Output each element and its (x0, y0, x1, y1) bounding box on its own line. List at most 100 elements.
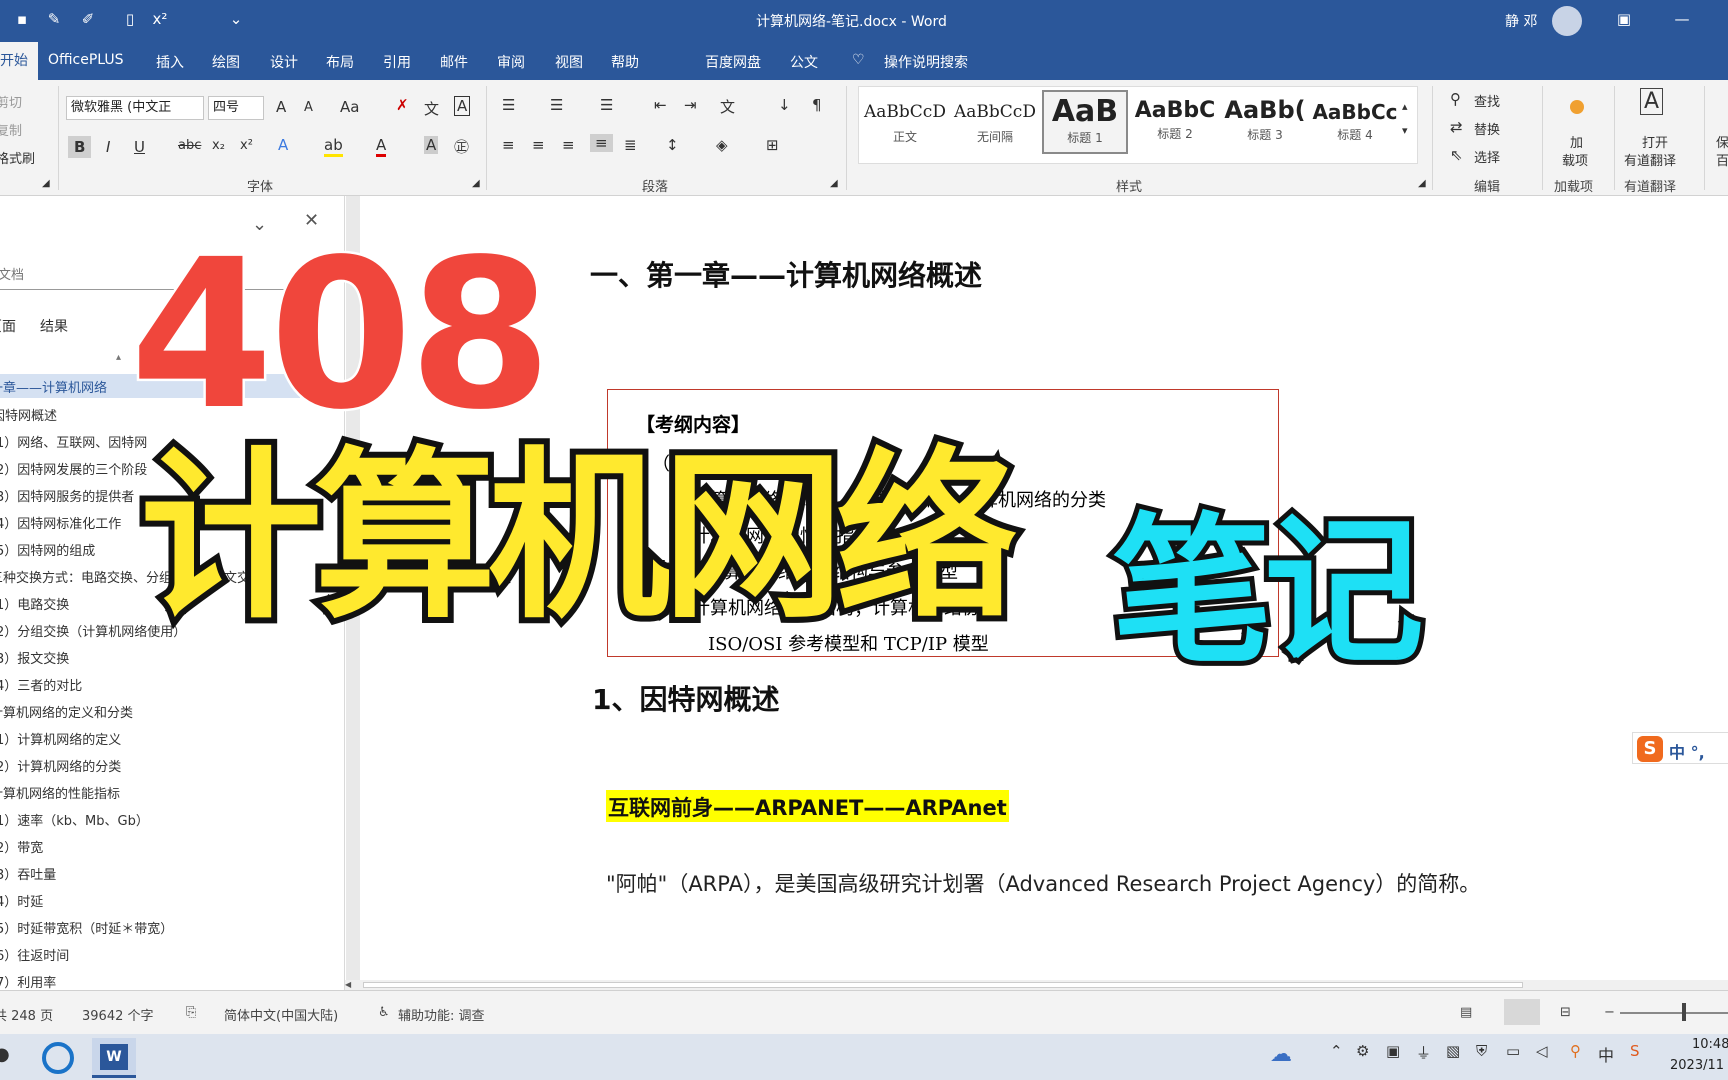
cut-button[interactable]: 剪切 (0, 92, 22, 111)
enclose-char-icon[interactable]: ㊣ (454, 136, 469, 157)
tab-references[interactable]: 引用 (383, 52, 411, 72)
nav-item[interactable]: 4）因特网标准化工作 (0, 513, 121, 532)
chinese-layout-icon[interactable]: 文 (720, 96, 735, 117)
ribbon-display-icon[interactable]: ▣ (1614, 9, 1634, 29)
show-marks-icon[interactable]: ¶ (812, 96, 822, 114)
sogou-tray-icon[interactable]: S (1630, 1042, 1640, 1060)
nav-item[interactable]: 3）因特网服务的提供者 (0, 486, 134, 505)
style-normal[interactable]: AaBbCcD 正文 (862, 90, 948, 154)
usb-icon[interactable]: ⏚ (1416, 1042, 1431, 1063)
web-layout-icon[interactable]: ⊟ (1560, 1005, 1571, 1020)
print-layout-icon[interactable] (1504, 999, 1540, 1025)
clipboard-launcher-icon[interactable]: ◢ (42, 178, 50, 189)
highlighted-text[interactable]: 互联网前身——ARPANET——ARPAnet (606, 790, 1009, 822)
subscript-button[interactable]: x₂ (212, 138, 225, 153)
nav-item[interactable]: 1）计算机网络的定义 (0, 729, 121, 748)
minimize-icon[interactable]: — (1672, 9, 1692, 29)
distributed-icon[interactable]: ≣ (624, 136, 637, 154)
decrease-indent-icon[interactable]: ⇤ (654, 96, 667, 114)
style-heading2[interactable]: AaBbC 标题 2 (1132, 90, 1218, 154)
security-icon[interactable]: ⛨ (1476, 1042, 1487, 1060)
nav-item[interactable]: 4）时延 (0, 891, 43, 910)
bullets-icon[interactable]: ☰ (502, 96, 515, 114)
horizontal-scrollbar[interactable]: ◀ (345, 980, 1728, 990)
bold-button[interactable]: B (68, 136, 92, 158)
proofing-icon[interactable]: ⎘ (186, 1005, 196, 1020)
align-center-icon[interactable]: ≡ (532, 136, 545, 154)
autosave-icon[interactable]: ▪ (12, 9, 32, 29)
zoom-thumb[interactable] (1682, 1003, 1686, 1021)
nav-item[interactable]: 1）速率（kb、Mb、Gb） (0, 810, 149, 829)
page-count[interactable]: 共 248 页 (0, 1005, 53, 1024)
cutoff-button-line2[interactable]: 百 (1716, 150, 1728, 169)
new-doc-icon[interactable]: ▯ (120, 9, 140, 29)
char-border-icon[interactable]: A (454, 96, 471, 116)
nav-item[interactable]: 3）吞吐量 (0, 864, 56, 883)
style-heading1[interactable]: AaB 标题 1 (1042, 90, 1128, 154)
tray-app-icon[interactable]: ⚙ (1356, 1042, 1369, 1060)
strikethrough-button[interactable]: abc (178, 138, 201, 153)
change-case-icon[interactable]: Aa (340, 98, 359, 116)
align-right-icon[interactable]: ≡ (562, 136, 575, 154)
paragraph-launcher-icon[interactable]: ◢ (830, 178, 838, 189)
replace-icon[interactable]: ⇄ (1450, 118, 1463, 136)
increase-indent-icon[interactable]: ⇥ (684, 96, 697, 114)
highlight-color-icon[interactable]: ab (324, 136, 343, 157)
tab-officeplus[interactable]: OfficePLUS (48, 52, 124, 68)
tab-view[interactable]: 视图 (555, 52, 583, 72)
clock-time[interactable]: 10:48 (1692, 1037, 1728, 1052)
numbering-icon[interactable]: ☰ (550, 96, 563, 114)
user-name[interactable]: 静 邓 (1505, 11, 1537, 31)
addins-button-line1[interactable]: 加 (1570, 132, 1583, 151)
tell-me-search[interactable]: 操作说明搜索 (884, 52, 968, 72)
find-button[interactable]: 查找 (1474, 91, 1500, 110)
network-icon[interactable]: ▭ (1506, 1042, 1520, 1060)
clock-date[interactable]: 2023/11 (1670, 1058, 1724, 1073)
nav-item[interactable]: 6）往返时间 (0, 945, 69, 964)
borders-icon[interactable]: ⊞ (766, 136, 779, 154)
youdao-button-line1[interactable]: 打开 (1642, 132, 1668, 151)
nav-item[interactable]: 计算机网络的定义和分类 (0, 702, 133, 721)
cutoff-button-line1[interactable]: 保 (1716, 132, 1728, 151)
select-button[interactable]: 选择 (1474, 147, 1500, 166)
format-painter-button[interactable]: 格式刷 (0, 148, 35, 167)
copy-button[interactable]: 复制 (0, 120, 22, 139)
scrollbar-thumb[interactable] (363, 982, 1523, 988)
read-mode-icon[interactable]: ▤ (1460, 1005, 1472, 1020)
nav-tab-pages[interactable]: 页面 (0, 316, 16, 336)
gallery-more-icon[interactable]: ▾ (1402, 124, 1408, 137)
pen-icon[interactable]: ✎ (44, 9, 64, 29)
nav-tab-results[interactable]: 结果 (40, 316, 68, 336)
zoom-slider[interactable] (1620, 1012, 1728, 1014)
superscript-icon[interactable]: x² (150, 9, 170, 29)
phonetic-icon[interactable]: 文 (424, 98, 439, 119)
shrink-font-icon[interactable]: A (304, 100, 313, 115)
style-no-spacing[interactable]: AaBbCcD 无间隔 (952, 90, 1038, 154)
tray-doc-icon[interactable]: ▣ (1386, 1042, 1400, 1060)
nav-item[interactable]: 5）时延带宽积（时延＊带宽） (0, 918, 173, 937)
show-hidden-icon[interactable]: ⌃ (1330, 1042, 1343, 1060)
align-left-icon[interactable]: ≡ (502, 136, 515, 154)
clear-format-icon[interactable]: ✗ (396, 96, 409, 114)
font-color-icon[interactable]: A (376, 136, 387, 157)
customize-qa-icon[interactable]: ⌄ (226, 9, 246, 29)
volume-icon[interactable]: ◁ (1536, 1042, 1548, 1060)
scroll-left-icon[interactable]: ◀ (345, 980, 361, 990)
ime-indicator[interactable]: 中 (1598, 1042, 1614, 1066)
addins-icon[interactable] (1570, 100, 1584, 114)
gallery-scroll-icon[interactable]: ▴ (1402, 100, 1408, 113)
sort-icon[interactable]: ↓ (778, 96, 791, 114)
accessibility-icon[interactable]: ♿ (378, 1005, 390, 1020)
browser-icon[interactable] (42, 1042, 74, 1074)
tab-mailings[interactable]: 邮件 (440, 52, 468, 72)
font-size-select[interactable]: 四号 (208, 96, 264, 120)
body-paragraph[interactable]: "阿帕"（ARPA），是美国高级研究计划署（Advanced Research … (606, 868, 1480, 898)
nav-item[interactable]: 因特网概述 (0, 405, 57, 424)
avatar[interactable] (1552, 6, 1582, 36)
select-icon[interactable]: ⇖ (1450, 146, 1463, 164)
font-name-select[interactable]: 微软雅黑 (中文正 (66, 96, 204, 120)
nav-item[interactable]: 2）计算机网络的分类 (0, 756, 121, 775)
tab-draw[interactable]: 绘图 (212, 52, 240, 72)
nav-item[interactable]: 1）电路交换 (0, 594, 69, 613)
char-shading-icon[interactable]: A (424, 136, 439, 154)
